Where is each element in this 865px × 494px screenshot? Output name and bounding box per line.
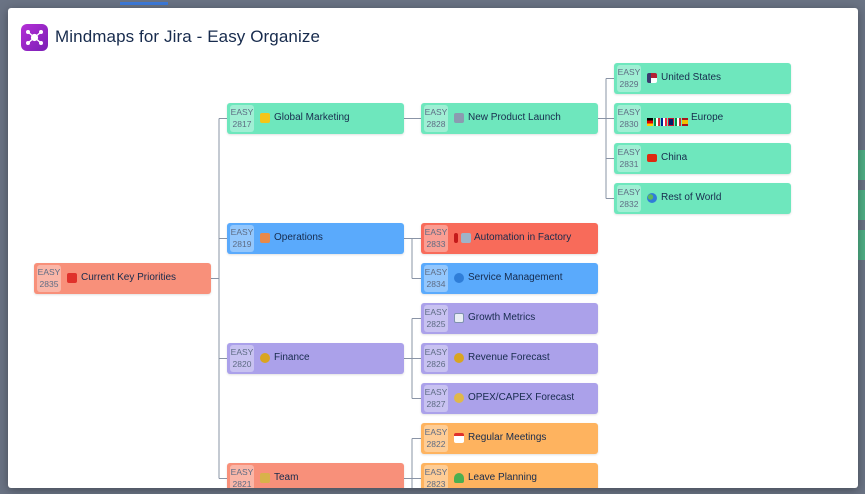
issue-number: 2825 [426,319,446,329]
issue-number: 2835 [39,279,59,289]
us-flag-icon [647,73,657,83]
issue-project: EASY [424,467,448,477]
mindmap-node-2832[interactable]: EASY 2832 Rest of World [614,183,791,214]
issue-number: 2834 [426,279,446,289]
node-label: Service Management [468,272,563,283]
mindmap-node-2817[interactable]: EASY 2817 Global Marketing [227,103,404,134]
issue-project: EASY [617,147,641,157]
mindmap-node-2822[interactable]: EASY 2822 Regular Meetings [421,423,598,454]
backdrop-tab-indicator [120,2,168,5]
issue-number: 2832 [619,199,639,209]
issue-number: 2829 [619,79,639,89]
robot-icon [461,233,471,243]
issue-project: EASY [230,347,254,357]
issue-project: EASY [230,227,254,237]
eu-flags-icon [647,113,689,126]
backdrop-strip [858,190,865,220]
earth-icon [647,193,657,203]
mindmap-node-2831[interactable]: EASY 2831 China [614,143,791,174]
issue-project: EASY [424,387,448,397]
backdrop-strip [858,230,865,260]
issue-project: EASY [230,107,254,117]
mindmap-node-2827[interactable]: EASY 2827 OPEX/CAPEX Forecast [421,383,598,414]
issue-number: 2821 [232,479,252,488]
node-label: Team [274,472,299,483]
node-label: China [661,152,688,163]
issue-project: EASY [424,267,448,277]
issue-project: EASY [617,187,641,197]
issue-number: 2819 [232,239,252,249]
mindmap-node-2830[interactable]: EASY 2830 Europe [614,103,791,134]
node-label: Finance [274,352,310,363]
exclamation-icon [454,233,458,243]
mindmap-node-2819[interactable]: EASY 2819 Operations [227,223,404,254]
issue-project: EASY [424,107,448,117]
issue-number: 2822 [426,439,446,449]
mindmap-node-2826[interactable]: EASY 2826 Revenue Forecast [421,343,598,374]
issue-number: 2823 [426,479,446,488]
issue-number: 2827 [426,399,446,409]
node-label: Current Key Priorities [81,272,177,283]
mindmap-node-2829[interactable]: EASY 2829 United States [614,63,791,94]
issue-project: EASY [424,307,448,317]
china-flag-icon [647,154,657,162]
globe-icon [454,273,464,283]
money-bag-icon [454,353,464,363]
mindmap-node-2835[interactable]: EASY 2835 Current Key Priorities [34,263,211,294]
mindmap-node-2821[interactable]: EASY 2821 Team [227,463,404,488]
issue-project: EASY [37,267,61,277]
mindmap-node-2823[interactable]: EASY 2823 Leave Planning [421,463,598,488]
mindmap-node-2834[interactable]: EASY 2834 Service Management [421,263,598,294]
node-label: Leave Planning [468,472,537,483]
node-label: Operations [274,232,323,243]
backdrop-strip [858,150,865,180]
node-label: New Product Launch [468,112,561,123]
mindmap-modal: Mindmaps for Jira - Easy Organize EASY 2… [8,8,858,488]
mindmap-node-2820[interactable]: EASY 2820 Finance [227,343,404,374]
node-label: Regular Meetings [468,432,547,443]
issue-project: EASY [424,427,448,437]
coins-icon [454,393,464,403]
chart-icon [454,313,464,323]
rocket-icon [454,113,464,123]
raised-hands-icon [260,113,270,123]
issue-number: 2826 [426,359,446,369]
issue-number: 2820 [232,359,252,369]
issue-project: EASY [424,227,448,237]
calendar-icon [454,433,464,443]
issue-number: 2817 [232,119,252,129]
node-label: Revenue Forecast [468,352,550,363]
node-label: OPEX/CAPEX Forecast [468,392,575,403]
issue-number: 2833 [426,239,446,249]
node-label: United States [661,72,722,83]
mindmap-node-2833[interactable]: EASY 2833 Automation in Factory [421,223,598,254]
node-label: Europe [691,112,724,123]
beach-icon [454,473,464,483]
issue-number: 2831 [619,159,639,169]
money-bag-icon [260,353,270,363]
node-label: Automation in Factory [474,232,572,243]
node-label: Rest of World [661,192,722,203]
node-label: Global Marketing [274,112,350,123]
hundred-points-icon [67,273,77,283]
issue-project: EASY [617,67,641,77]
factory-icon [260,233,270,243]
issue-project: EASY [230,467,254,477]
issue-number: 2830 [619,119,639,129]
team-icon [260,473,270,483]
issue-project: EASY [424,347,448,357]
issue-project: EASY [617,107,641,117]
mindmap-node-2825[interactable]: EASY 2825 Growth Metrics [421,303,598,334]
mindmap-node-2828[interactable]: EASY 2828 New Product Launch [421,103,598,134]
issue-number: 2828 [426,119,446,129]
node-label: Growth Metrics [468,312,536,323]
